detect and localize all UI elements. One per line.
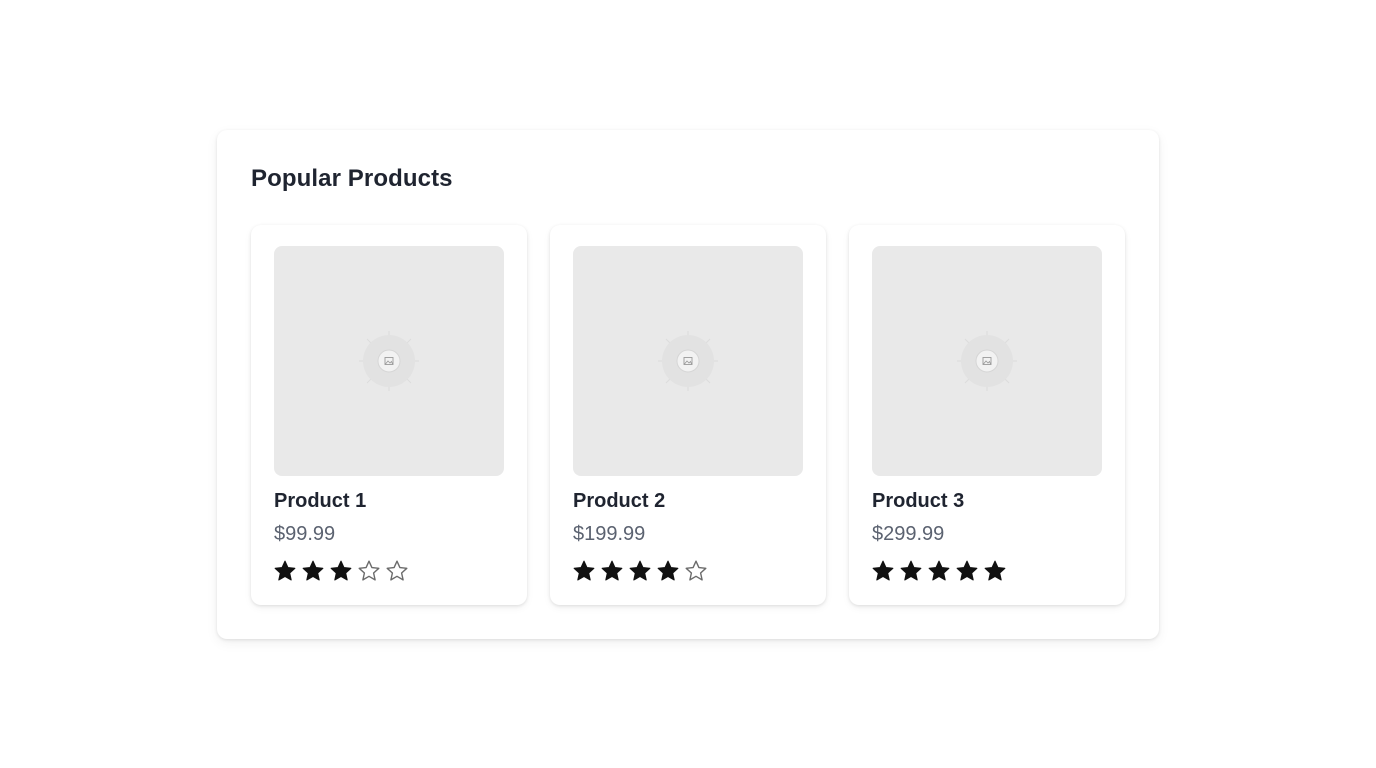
image-placeholder-icon [359,331,419,391]
product-price: $199.99 [573,523,646,545]
star-filled-icon [273,559,297,583]
product-image [274,246,504,476]
product-price: $99.99 [274,523,336,545]
product-card[interactable]: Product 3 $299.99 [849,225,1125,605]
star-filled-icon [899,559,923,583]
star-empty-icon [357,559,381,583]
star-filled-icon [572,559,596,583]
star-rating [273,559,409,583]
star-empty-icon [385,559,409,583]
star-filled-icon [955,559,979,583]
star-rating [572,559,708,583]
product-image [573,246,803,476]
star-filled-icon [656,559,680,583]
product-grid: Product 1 $99.99 Product 2 $199.99 Produ… [251,225,1125,605]
star-filled-icon [329,559,353,583]
star-filled-icon [301,559,325,583]
popular-products-panel: Popular Products Product 1 $99.99 Produc… [217,130,1159,639]
product-card[interactable]: Product 1 $99.99 [251,225,527,605]
star-empty-icon [684,559,708,583]
product-price: $299.99 [872,523,945,545]
star-rating [871,559,1007,583]
star-filled-icon [600,559,624,583]
product-name: Product 3 [872,490,965,512]
product-name: Product 2 [573,490,666,512]
image-placeholder-icon [957,331,1017,391]
star-filled-icon [871,559,895,583]
image-placeholder-icon [658,331,718,391]
star-filled-icon [927,559,951,583]
section-title: Popular Products [251,165,453,192]
star-filled-icon [628,559,652,583]
product-name: Product 1 [274,490,367,512]
star-filled-icon [983,559,1007,583]
product-card[interactable]: Product 2 $199.99 [550,225,826,605]
product-image [872,246,1102,476]
